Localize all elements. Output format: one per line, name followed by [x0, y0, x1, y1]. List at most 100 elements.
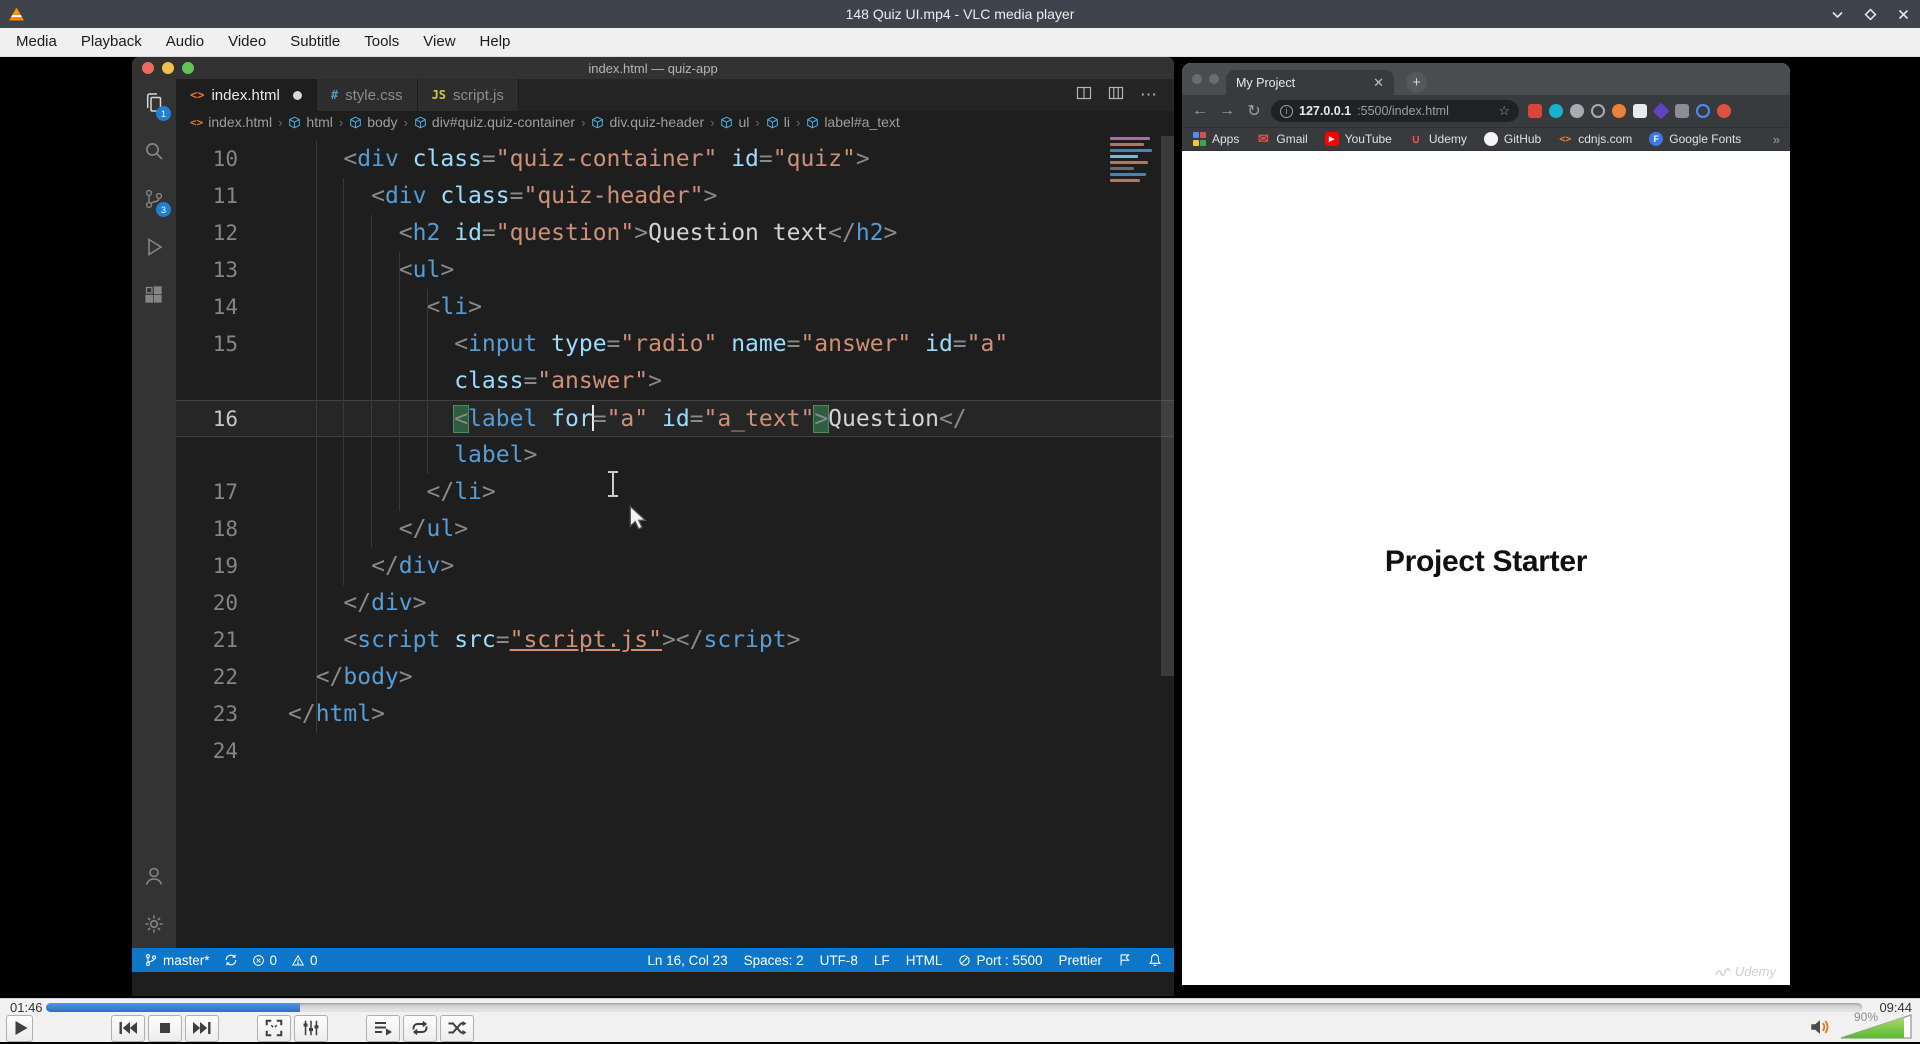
bookmarks-overflow-icon[interactable]: » — [1773, 132, 1780, 147]
mac-close-button[interactable] — [142, 62, 154, 74]
menu-help[interactable]: Help — [468, 28, 523, 56]
red-circle-extension-icon[interactable] — [1717, 104, 1731, 118]
code-line[interactable]: 15 <input type="radio" name="answer" id="… — [176, 326, 1174, 363]
back-icon[interactable]: ← — [1190, 102, 1210, 120]
status-bell-icon[interactable] — [1148, 953, 1162, 967]
code-line[interactable]: label> — [176, 437, 1174, 474]
bookmark-youtube[interactable]: ▶ YouTube — [1324, 132, 1392, 146]
toggle-layout-icon[interactable] — [1108, 85, 1124, 106]
activity-extensions-icon[interactable] — [132, 271, 176, 319]
mac-minimize-button[interactable] — [1209, 74, 1219, 84]
status-pennant-icon[interactable] — [1118, 953, 1132, 967]
code-line[interactable]: 14 <li> — [176, 289, 1174, 326]
menu-tools[interactable]: Tools — [352, 28, 411, 56]
breadcrumb-item[interactable]: html — [288, 114, 333, 130]
breadcrumb-item[interactable]: <> index.html — [190, 114, 272, 130]
stop-button[interactable] — [148, 1014, 182, 1042]
menu-playback[interactable]: Playback — [69, 28, 154, 56]
site-info-icon[interactable]: i — [1280, 104, 1293, 118]
code-line[interactable]: 18 </ul> — [176, 511, 1174, 548]
bookmark-google-fonts[interactable]: F Google Fonts — [1649, 132, 1741, 146]
playlist-button[interactable] — [366, 1014, 400, 1042]
teal-circle-extension-icon[interactable] — [1549, 104, 1563, 118]
purple-diamond-extension-icon[interactable] — [1652, 102, 1670, 120]
loop-button[interactable] — [403, 1014, 437, 1042]
speaker-icon[interactable] — [1808, 1015, 1832, 1044]
breadcrumb-item[interactable]: li — [766, 114, 790, 130]
red-square-extension-icon[interactable] — [1528, 104, 1542, 118]
mac-close-button[interactable] — [1192, 74, 1202, 84]
status-ln-16-col-23[interactable]: Ln 16, Col 23 — [647, 953, 727, 968]
status-html[interactable]: HTML — [906, 953, 943, 968]
breadcrumb-item[interactable]: label#a_text — [806, 114, 900, 130]
menu-view[interactable]: View — [411, 28, 467, 56]
new-tab-button[interactable]: + — [1406, 72, 1427, 93]
modified-dot-icon[interactable] — [292, 90, 302, 100]
status-spaces-2[interactable]: Spaces: 2 — [744, 953, 804, 968]
fullscreen-button[interactable] — [257, 1014, 291, 1042]
code-line[interactable]: 12 <h2 id="question">Question text</h2> — [176, 215, 1174, 252]
git-branch-status[interactable]: master* — [144, 953, 210, 968]
menu-media[interactable]: Media — [4, 28, 69, 56]
browser-titlebar[interactable]: My Project ✕ + — [1182, 63, 1790, 95]
activity-account-icon[interactable] — [132, 852, 176, 900]
code-line[interactable]: 21 <script src="script.js"></script> — [176, 622, 1174, 659]
mac-zoom-button[interactable] — [182, 62, 194, 74]
mac-minimize-button[interactable] — [162, 62, 174, 74]
split-editor-icon[interactable] — [1076, 85, 1092, 106]
tab-script.js[interactable]: JS script.js — [417, 79, 519, 111]
tab-style.css[interactable]: # style.css — [316, 79, 418, 111]
code-line[interactable]: 16 <label for="a" id="a_text">Question</ — [176, 400, 1174, 437]
code-line[interactable]: class="answer"> — [176, 363, 1174, 400]
tab-close-icon[interactable]: ✕ — [1373, 75, 1384, 91]
menu-subtitle[interactable]: Subtitle — [278, 28, 352, 56]
breadcrumb-item[interactable]: body — [349, 114, 398, 130]
status-prettier[interactable]: Prettier — [1058, 953, 1102, 968]
code-line[interactable]: 19 </div> — [176, 548, 1174, 585]
code-line[interactable]: 10 <div class="quiz-container" id="quiz"> — [176, 141, 1174, 178]
code-line[interactable]: 23 </html> — [176, 696, 1174, 733]
menu-video[interactable]: Video — [216, 28, 278, 56]
code-line[interactable]: 17 </li> — [176, 474, 1174, 511]
minimize-icon[interactable] — [1831, 8, 1844, 21]
sync-icon[interactable] — [224, 953, 238, 967]
play-button[interactable] — [6, 1014, 33, 1042]
warnings-status[interactable]: 0 — [291, 953, 318, 968]
bookmark-star-icon[interactable]: ☆ — [1498, 103, 1510, 119]
maximize-icon[interactable] — [1864, 7, 1877, 21]
status-lf[interactable]: LF — [874, 953, 890, 968]
errors-status[interactable]: 0 — [252, 953, 277, 968]
volume-control[interactable]: 90% — [1808, 1010, 1914, 1044]
status-port-5500[interactable]: Port : 5500 — [958, 953, 1042, 968]
bookmark-cdnjs-com[interactable]: <> cdnjs.com — [1558, 132, 1632, 146]
code-line[interactable]: 24 — [176, 733, 1174, 770]
vscode-titlebar[interactable]: index.html — quiz-app — [132, 57, 1174, 79]
gray-ring-extension-icon[interactable] — [1591, 104, 1605, 118]
close-icon[interactable] — [1897, 8, 1910, 21]
status-utf-8[interactable]: UTF-8 — [820, 953, 858, 968]
bookmark-gmail[interactable]: ✉ Gmail — [1256, 131, 1308, 146]
activity-search-icon[interactable] — [132, 127, 176, 175]
forward-icon[interactable]: → — [1217, 102, 1237, 120]
code-line[interactable]: 11 <div class="quiz-header"> — [176, 178, 1174, 215]
next-button[interactable] — [185, 1014, 219, 1042]
more-actions-icon[interactable]: ⋯ — [1140, 85, 1158, 105]
previous-button[interactable] — [111, 1014, 145, 1042]
activity-settings-gear-icon[interactable] — [132, 900, 176, 948]
bookmark-apps[interactable]: Apps — [1192, 132, 1239, 146]
bookmark-github[interactable]: GitHub — [1483, 132, 1541, 146]
bookmark-udemy[interactable]: ∪ Udemy — [1409, 132, 1466, 146]
code-line[interactable]: 22 </body> — [176, 659, 1174, 696]
gray-rounded-extension-icon[interactable] — [1675, 104, 1689, 118]
browser-tab[interactable]: My Project ✕ — [1226, 70, 1394, 95]
video-area[interactable]: index.html — quiz-app 13 <> index.html # st… — [0, 57, 1920, 998]
editor-scrollbar[interactable] — [1161, 136, 1174, 676]
code-line[interactable]: 20 </div> — [176, 585, 1174, 622]
address-bar[interactable]: i 127.0.0.1 :5500/index.html ☆ — [1271, 100, 1519, 122]
breadcrumb-item[interactable]: div.quiz-header — [591, 114, 704, 130]
reload-icon[interactable]: ↻ — [1244, 101, 1264, 121]
orange-circle-extension-icon[interactable] — [1612, 104, 1626, 118]
activity-source-control-icon[interactable]: 3 — [132, 175, 176, 223]
seek-bar[interactable] — [46, 1003, 1862, 1012]
blue-ring-extension-icon[interactable] — [1696, 104, 1710, 118]
